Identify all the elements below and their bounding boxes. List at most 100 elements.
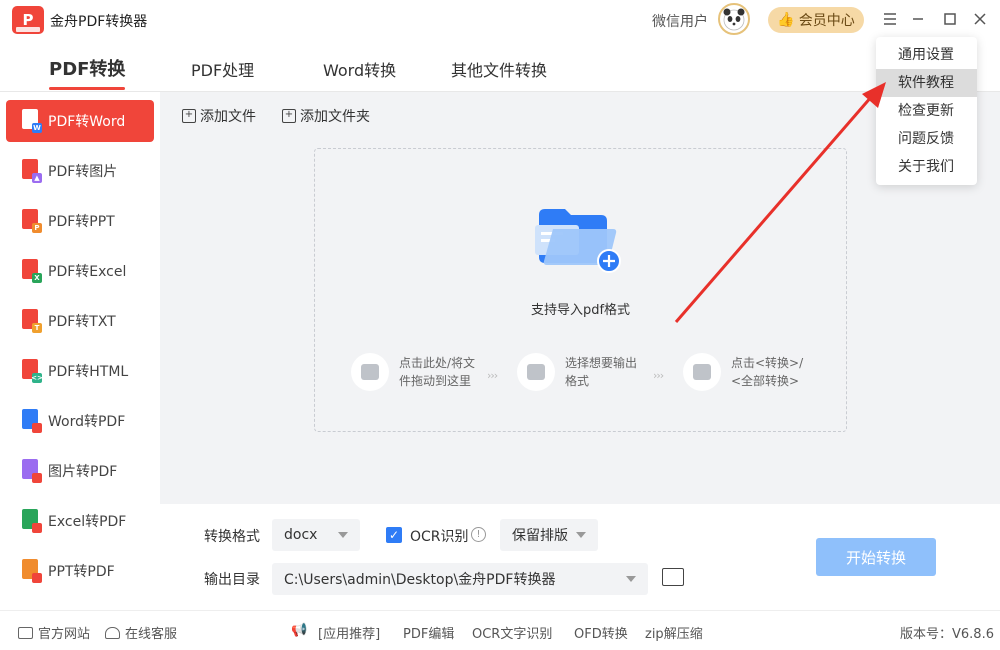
step-3-line-2: <全部转换>	[731, 374, 800, 388]
main-panel: + 添加文件 + 添加文件夹 支持导入pdf格式 点击此处/将文 件拖动到这里 ›…	[160, 92, 1000, 504]
file-drop-zone[interactable]: 支持导入pdf格式 点击此处/将文 件拖动到这里 ››› 选择想要输出 格式 ›››…	[314, 148, 847, 432]
add-folder-icon: +	[282, 109, 296, 123]
add-folder-button[interactable]: + 添加文件夹	[282, 106, 370, 126]
app-title: 金舟PDF转换器	[50, 14, 148, 30]
minimize-icon[interactable]	[908, 9, 928, 29]
sidebar: W PDF转Word ▲ PDF转图片 P PDF转PPT X PDF转Excel T PDF转T…	[0, 92, 160, 610]
step-convert: 点击<转换>/ <全部转换>	[683, 353, 803, 391]
step-arrow-1: ›››	[487, 369, 498, 382]
avatar[interactable]	[718, 3, 750, 35]
file-convert-icon: P	[22, 209, 42, 233]
promo-ofd[interactable]: OFD转换	[574, 623, 628, 642]
menu-item-general-settings[interactable]: 通用设置	[876, 41, 977, 69]
browse-folder-icon[interactable]	[662, 568, 684, 586]
add-file-button[interactable]: + 添加文件	[182, 106, 256, 126]
close-icon[interactable]	[970, 9, 990, 29]
format-value: docx	[284, 527, 318, 543]
sidebar-item-8[interactable]: Excel转PDF	[6, 500, 154, 542]
step-1-line-2: 件拖动到这里	[399, 374, 472, 388]
sidebar-item-label: Word转PDF	[48, 414, 126, 430]
sidebar-item-label: 图片转PDF	[48, 464, 118, 480]
menu-item-tutorial[interactable]: 软件教程	[876, 69, 977, 97]
output-path-value: C:\Users\admin\Desktop\金舟PDF转换器	[284, 572, 556, 588]
file-convert-icon	[22, 509, 42, 533]
format-icon	[517, 353, 555, 391]
conversion-settings: 转换格式 docx ✓ OCR识别 ! 保留排版 输出目录 C:\Users\a…	[160, 504, 1000, 610]
tab-other-convert[interactable]: 其他文件转换	[451, 57, 547, 81]
sidebar-item-label: PDF转TXT	[48, 314, 116, 330]
chevron-down-icon	[626, 576, 636, 582]
ocr-checkbox[interactable]: ✓	[386, 527, 402, 543]
sidebar-item-label: PDF转图片	[48, 164, 118, 180]
top-tabs: PDF转换 PDF处理 Word转换 其他文件转换	[0, 40, 1000, 92]
step-2-line-1: 选择想要输出	[565, 356, 638, 370]
sidebar-item-1[interactable]: ▲ PDF转图片	[6, 150, 154, 192]
thumbs-up-icon: 👍	[777, 12, 795, 28]
sidebar-item-label: PDF转PPT	[48, 214, 115, 230]
file-convert-icon: T	[22, 309, 42, 333]
sidebar-item-label: PPT转PDF	[48, 564, 115, 580]
version-label: 版本号：V6.8.6	[900, 627, 994, 642]
online-service-label: 在线客服	[125, 627, 178, 642]
tab-word-convert[interactable]: Word转换	[323, 57, 396, 81]
promo-zip[interactable]: zip解压缩	[645, 623, 703, 642]
sidebar-item-7[interactable]: 图片转PDF	[6, 450, 154, 492]
menu-item-about[interactable]: 关于我们	[876, 153, 977, 181]
sidebar-item-9[interactable]: PPT转PDF	[6, 550, 154, 592]
chevron-down-icon	[576, 532, 586, 538]
folder-add-icon	[535, 209, 621, 273]
format-select[interactable]: docx	[272, 519, 360, 551]
add-file-label: 添加文件	[200, 109, 256, 125]
sidebar-item-label: PDF转Excel	[48, 264, 127, 280]
ocr-label: OCR识别	[410, 529, 469, 545]
file-convert-icon: ▲	[22, 159, 42, 183]
official-site-link[interactable]: 官方网站	[18, 623, 90, 642]
file-convert-icon: <>	[22, 359, 43, 383]
step-arrow-2: ›››	[653, 369, 664, 382]
user-name[interactable]: 微信用户	[652, 11, 708, 31]
info-icon[interactable]: !	[471, 527, 486, 542]
convert-icon	[683, 353, 721, 391]
start-convert-button[interactable]: 开始转换	[816, 538, 936, 576]
promo-prefix: [应用推荐]	[318, 627, 381, 642]
footer: 官方网站 在线客服 📢 [应用推荐] PDF编辑 OCR文字识别 OFD转换 z…	[0, 610, 1000, 650]
chevron-down-icon	[338, 532, 348, 538]
sidebar-item-2[interactable]: P PDF转PPT	[6, 200, 154, 242]
file-convert-icon: W	[22, 109, 42, 133]
vip-center-button[interactable]: 👍 会员中心	[768, 7, 864, 33]
sidebar-item-4[interactable]: T PDF转TXT	[6, 300, 154, 342]
output-path-select[interactable]: C:\Users\admin\Desktop\金舟PDF转换器	[272, 563, 648, 595]
online-service-link[interactable]: 在线客服	[105, 623, 177, 642]
promo-pdf-edit[interactable]: PDF编辑	[403, 623, 454, 642]
file-convert-icon	[22, 559, 42, 583]
menu-item-feedback[interactable]: 问题反馈	[876, 125, 977, 153]
sidebar-item-3[interactable]: X PDF转Excel	[6, 250, 154, 292]
panda-avatar-icon	[723, 8, 745, 31]
sidebar-item-label: PDF转HTML	[48, 364, 129, 380]
format-label: 转换格式	[204, 529, 260, 545]
sidebar-item-0[interactable]: W PDF转Word	[6, 100, 154, 142]
maximize-icon[interactable]	[940, 9, 960, 29]
sidebar-item-label: PDF转Word	[48, 114, 126, 130]
official-site-label: 官方网站	[38, 627, 91, 642]
tab-pdf-process[interactable]: PDF处理	[191, 57, 254, 81]
layout-value: 保留排版	[512, 528, 568, 544]
tab-pdf-convert[interactable]: PDF转换	[49, 55, 126, 90]
layout-select[interactable]: 保留排版	[500, 519, 598, 551]
sidebar-item-5[interactable]: <> PDF转HTML	[6, 350, 154, 392]
dropzone-hint: 支持导入pdf格式	[530, 303, 631, 318]
file-convert-icon	[22, 409, 42, 433]
promo-ocr[interactable]: OCR文字识别	[472, 623, 552, 642]
output-dir-label: 输出目录	[204, 572, 260, 588]
sidebar-item-label: Excel转PDF	[48, 514, 127, 530]
step-1-line-1: 点击此处/将文	[399, 356, 476, 370]
menu-icon[interactable]	[880, 9, 900, 29]
sidebar-item-6[interactable]: Word转PDF	[6, 400, 154, 442]
step-2-line-2: 格式	[565, 374, 590, 388]
menu-item-check-update[interactable]: 检查更新	[876, 97, 977, 125]
file-convert-icon: X	[22, 259, 42, 283]
file-convert-icon	[22, 459, 42, 483]
add-folder-label: 添加文件夹	[300, 109, 370, 125]
step-choose-format: 选择想要输出 格式	[517, 353, 637, 391]
title-bar: P 金舟PDF转换器 微信用户 👍 会员中心	[0, 0, 1000, 40]
